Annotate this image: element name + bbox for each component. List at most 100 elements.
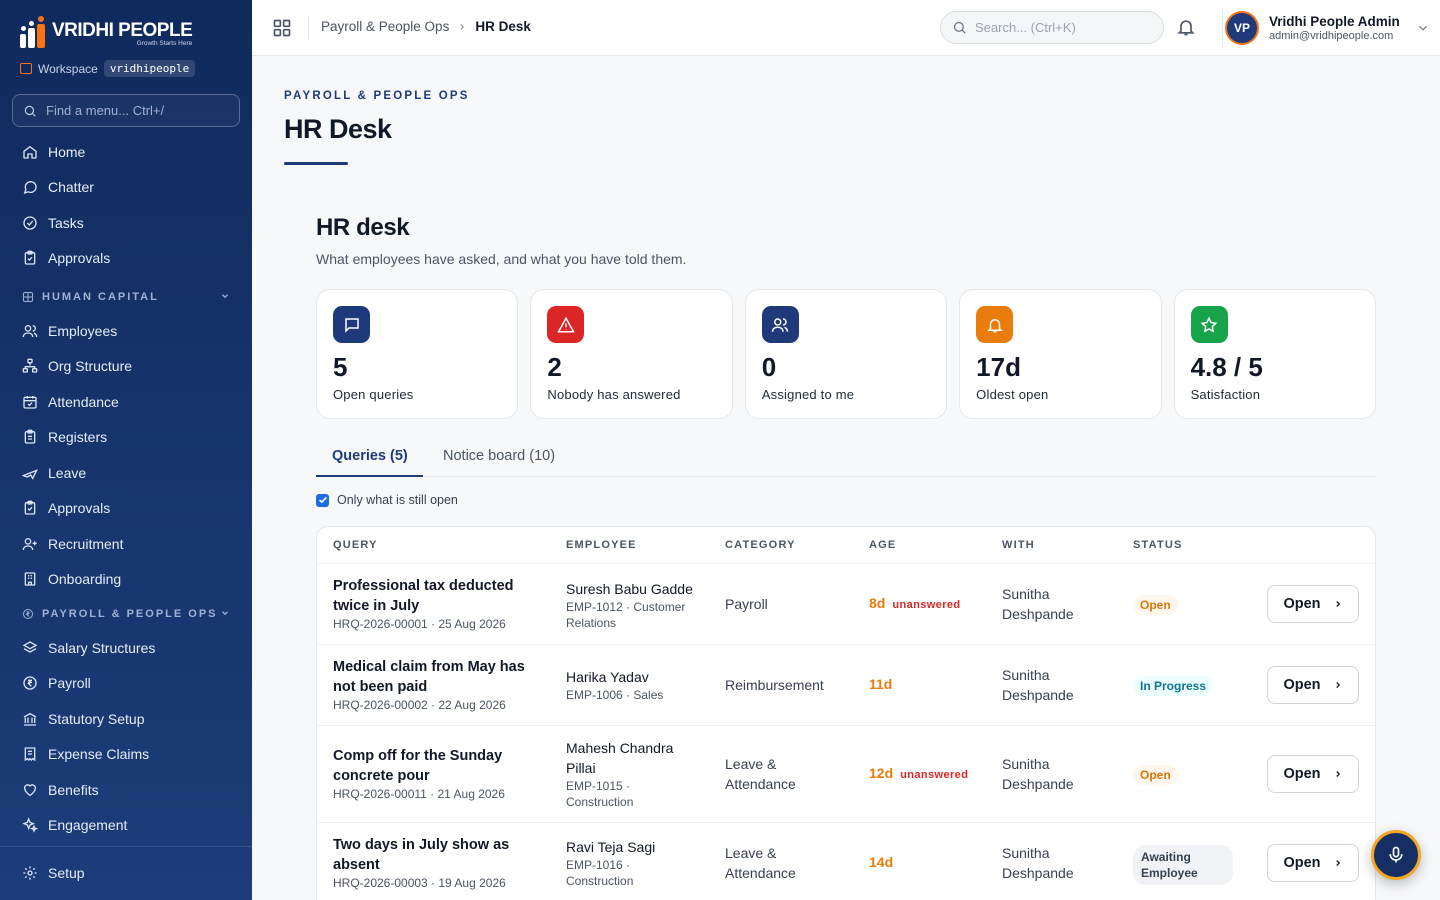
chevron-right-icon	[1335, 860, 1340, 866]
stat-value: 4.8 / 5	[1190, 352, 1263, 382]
voice-assistant-button[interactable]	[1371, 830, 1421, 880]
query-title[interactable]: Two days in July show as absent	[333, 835, 533, 875]
sidebar-item-home[interactable]: Home	[0, 134, 252, 170]
column-header-age: AGE	[869, 539, 897, 551]
sidebar-item-label: Employees	[48, 322, 118, 339]
stat-card-satisfaction[interactable]: 4.8 / 5 Satisfaction	[1173, 289, 1376, 419]
menu-search-placeholder: Find a menu... Ctrl+/	[46, 103, 165, 118]
page-eyebrow: PAYROLL & PEOPLE OPS	[284, 90, 470, 102]
grid-icon	[23, 291, 33, 302]
open-button[interactable]: Open	[1267, 844, 1359, 882]
user-menu[interactable]: VP Vridhi People Admin admin@vridhipeopl…	[1222, 10, 1430, 46]
nav-human-capital: HUMAN CAPITAL Employees Org Structure At…	[0, 280, 252, 597]
assignee: Sunitha Deshpande	[1002, 667, 1074, 703]
sidebar-item-setup[interactable]: Setup	[0, 855, 252, 891]
sidebar-item-engagement[interactable]: Engagement	[0, 808, 252, 844]
unanswered-flag: unanswered	[900, 769, 969, 781]
sidebar-item-label: Benefits	[48, 781, 99, 798]
open-button[interactable]: Open	[1267, 585, 1359, 623]
sidebar-item-label: Home	[48, 143, 86, 160]
sidebar-item-label: Engagement	[48, 817, 128, 834]
plane-icon	[22, 468, 38, 480]
stat-card-open-queries[interactable]: 5 Open queries	[316, 289, 519, 419]
tab-queries[interactable]: Queries (5)	[332, 448, 408, 464]
sidebar-item-onboarding[interactable]: Onboarding	[0, 562, 252, 598]
stat-card-assigned[interactable]: 0 Assigned to me	[744, 289, 948, 419]
stat-card-oldest-open[interactable]: 17d Oldest open	[959, 289, 1162, 419]
query-title[interactable]: Professional tax deducted twice in July	[333, 576, 533, 616]
sidebar-item-approvals[interactable]: Approvals	[0, 241, 252, 277]
alert-triangle-icon	[547, 306, 585, 343]
sidebar-item-statutory-setup[interactable]: Statutory Setup	[0, 701, 252, 737]
status-badge: Open	[1133, 595, 1178, 615]
query-title[interactable]: Medical claim from May has not been paid	[333, 657, 533, 697]
sidebar-item-leave[interactable]: Leave	[0, 455, 252, 491]
table-row[interactable]: Professional tax deducted twice in July …	[317, 564, 1375, 645]
notifications-button[interactable]	[1176, 17, 1196, 42]
open-only-filter[interactable]: Only what is still open	[316, 493, 458, 507]
sidebar-item-attendance[interactable]: Attendance	[0, 384, 252, 420]
stat-label: Assigned to me	[761, 387, 855, 402]
sidebar-item-expense-claims[interactable]: Expense Claims	[0, 737, 252, 773]
sidebar-item-recruitment[interactable]: Recruitment	[0, 526, 252, 562]
chevron-down-icon	[222, 611, 228, 616]
breadcrumb-item-parent[interactable]: Payroll & People Ops	[321, 19, 449, 34]
nav-payroll: PAYROLL & PEOPLE OPS Salary Structures P…	[0, 597, 252, 843]
sidebar-item-label: Org Structure	[48, 358, 133, 375]
brand-logo[interactable]: VRIDHI PEOPLE Growth Starts Here	[20, 16, 193, 48]
user-email: admin@vridhipeople.com	[1269, 30, 1394, 42]
workspace-label: Workspace	[38, 61, 98, 76]
sidebar-item-label: Payroll	[48, 675, 91, 692]
sidebar-item-registers[interactable]: Registers	[0, 420, 252, 456]
section-header-human-capital[interactable]: HUMAN CAPITAL	[0, 280, 252, 313]
menu-search-input[interactable]: Find a menu... Ctrl+/	[12, 94, 240, 127]
column-header-query: QUERY	[333, 539, 378, 551]
query-meta: HRQ-2026-00011 · 21 Aug 2026	[333, 787, 505, 801]
sidebar-item-benefits[interactable]: Benefits	[0, 772, 252, 808]
employee-meta: EMP-1015 · Construction	[566, 779, 634, 809]
unanswered-flag: unanswered	[892, 599, 961, 611]
stat-card-unanswered[interactable]: 2 Nobody has answered	[530, 289, 733, 419]
employee-meta: EMP-1012 · Customer Relations	[566, 600, 686, 630]
gear-icon	[23, 866, 37, 880]
employee-name: Suresh Babu Gadde	[566, 581, 693, 597]
table-row[interactable]: Medical claim from May has not been paid…	[317, 645, 1375, 726]
stat-label: Open queries	[333, 387, 414, 402]
section-title: HUMAN CAPITAL	[42, 290, 159, 303]
avatar: VP	[1225, 11, 1259, 45]
sidebar-item-salary-structures[interactable]: Salary Structures	[0, 630, 252, 666]
checkbox-checked[interactable]	[316, 493, 329, 507]
app-launcher-button[interactable]	[272, 18, 292, 38]
section-header-payroll[interactable]: PAYROLL & PEOPLE OPS	[0, 597, 252, 630]
sidebar-item-label: Approvals	[48, 500, 111, 517]
table-row[interactable]: Comp off for the Sunday concrete pour HR…	[317, 726, 1375, 823]
query-title[interactable]: Comp off for the Sunday concrete pour	[333, 746, 533, 786]
sidebar-item-payroll[interactable]: Payroll	[0, 666, 252, 702]
search-icon	[24, 105, 36, 117]
sidebar-item-org-structure[interactable]: Org Structure	[0, 349, 252, 385]
filter-label: Only what is still open	[337, 493, 458, 507]
nav-main: Home Chatter Tasks Approvals	[0, 134, 252, 276]
sidebar-item-chatter[interactable]: Chatter	[0, 170, 252, 206]
category: Payroll	[725, 596, 768, 612]
table-row[interactable]: Two days in July show as absent HRQ-2026…	[317, 823, 1375, 900]
tab-notice-board[interactable]: Notice board (10)	[443, 448, 555, 464]
brand-tagline: Growth Starts Here	[136, 39, 193, 47]
sidebar-item-approvals-hc[interactable]: Approvals	[0, 491, 252, 527]
age: 11d	[869, 676, 899, 692]
age-value: 12d	[869, 765, 894, 781]
employee-name: Mahesh Chandra Pillai	[566, 740, 674, 776]
global-search-input[interactable]: Search... (Ctrl+K)	[940, 11, 1164, 44]
sidebar-item-tasks[interactable]: Tasks	[0, 205, 252, 241]
sidebar-item-employees[interactable]: Employees	[0, 313, 252, 349]
stat-label: Nobody has answered	[547, 387, 681, 402]
rupee-coin-icon	[23, 608, 33, 619]
chat-icon	[23, 181, 37, 195]
heart-handshake-icon	[24, 783, 36, 796]
open-button[interactable]: Open	[1267, 666, 1359, 704]
assignee: Sunitha Deshpande	[1002, 845, 1074, 881]
open-button[interactable]: Open	[1267, 755, 1359, 793]
sidebar-item-label: Expense Claims	[48, 746, 150, 763]
sidebar-item-label: Registers	[48, 429, 108, 446]
sidebar-item-label: Approvals	[48, 250, 111, 267]
